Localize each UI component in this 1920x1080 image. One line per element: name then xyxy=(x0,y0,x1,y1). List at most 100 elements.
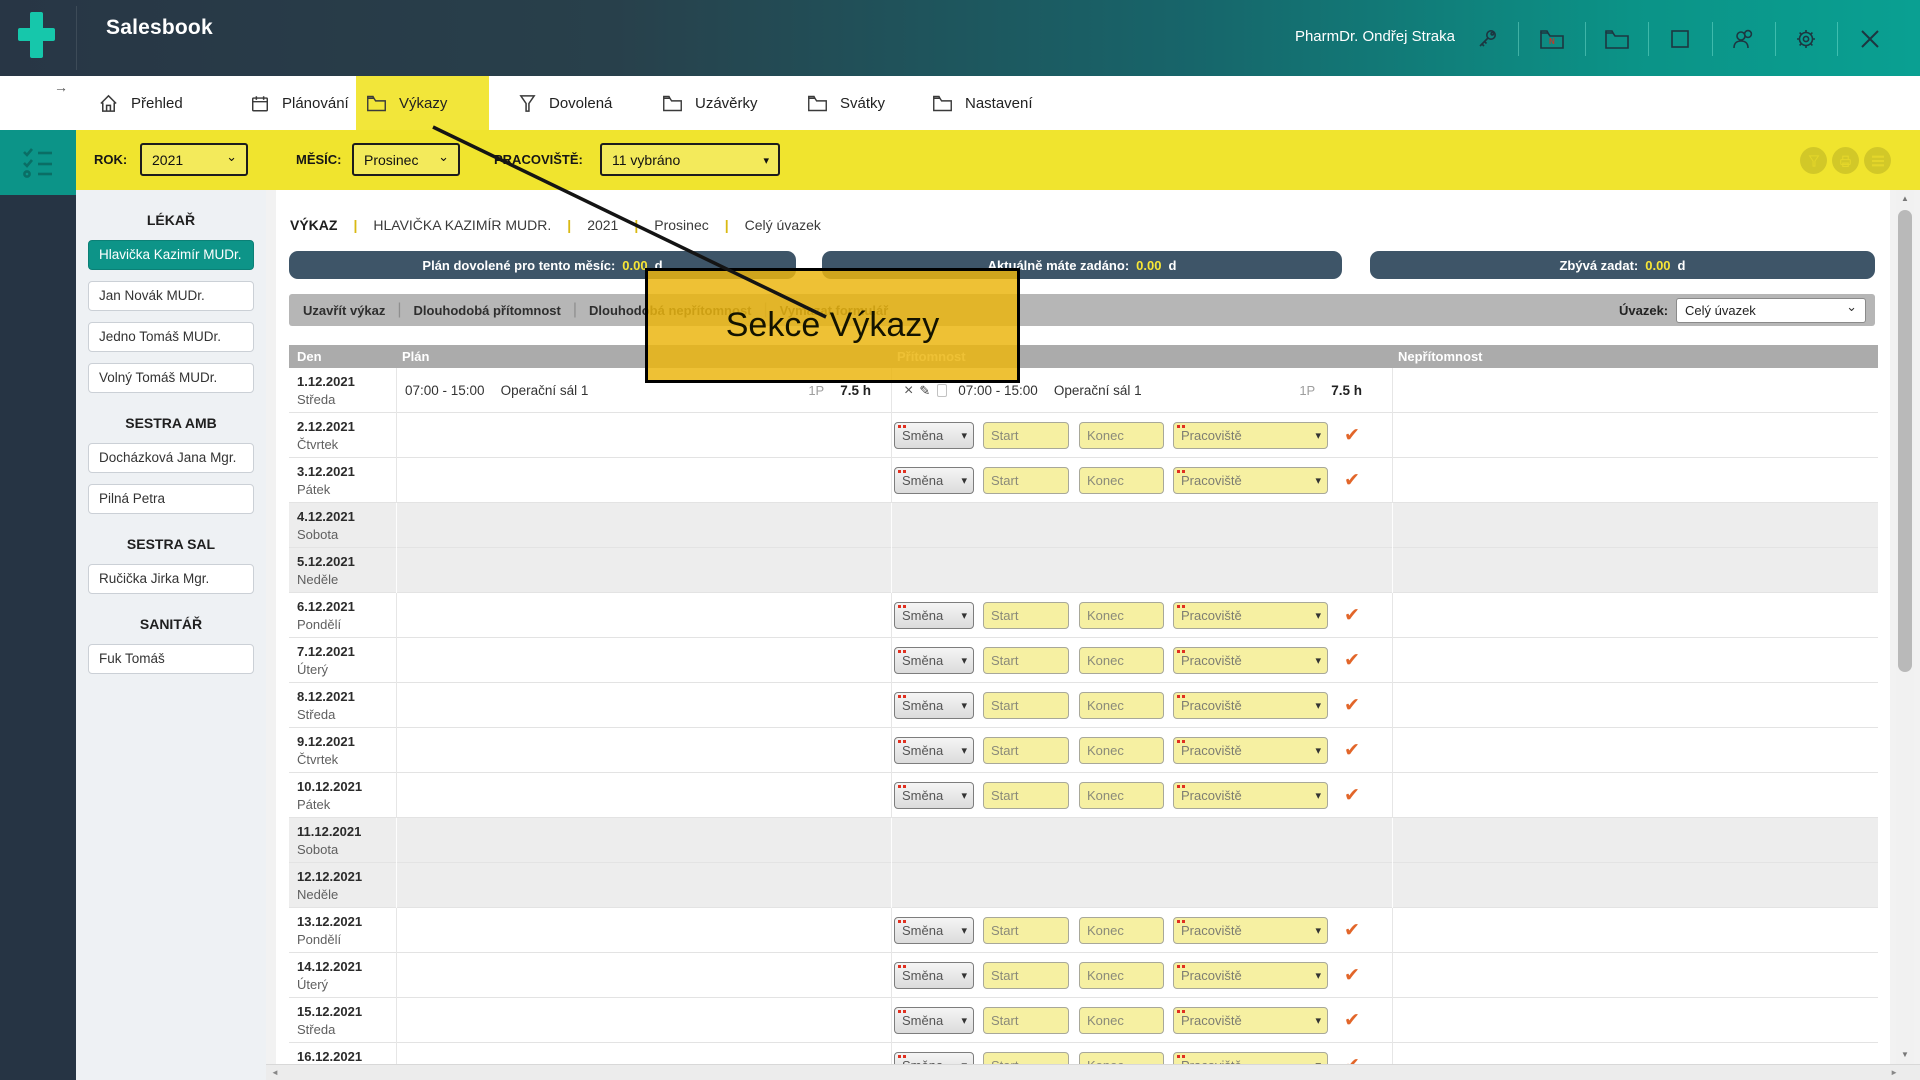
main-nav: → Přehled Plánování Výkazy Dovolená Uzáv… xyxy=(0,76,1920,130)
folder-n-icon[interactable]: N xyxy=(1537,24,1567,54)
shift-select[interactable]: Směna▾ xyxy=(894,692,974,719)
confirm-check-button[interactable]: ✔ xyxy=(1344,604,1360,627)
start-time-input[interactable]: Start xyxy=(983,917,1069,944)
sidebar-item[interactable]: Docházková Jana Mgr. xyxy=(88,443,254,473)
tab-svatky[interactable]: Svátky xyxy=(797,76,895,130)
toolbar-action[interactable]: Uzavřít výkaz xyxy=(303,303,385,318)
end-time-input[interactable]: Konec xyxy=(1079,1007,1164,1034)
start-time-input[interactable]: Start xyxy=(983,692,1069,719)
sidebar-item[interactable]: Volný Tomáš MUDr. xyxy=(88,363,254,393)
scroll-right-icon[interactable]: ► xyxy=(1890,1068,1898,1077)
folder-icon[interactable] xyxy=(1602,24,1632,54)
settings-gear-icon[interactable] xyxy=(1791,24,1821,54)
dropdown-arrow-icon: ▾ xyxy=(961,924,973,937)
shift-select[interactable]: Směna▾ xyxy=(894,422,974,449)
pracoviste-select[interactable]: 11 vybráno ▾ xyxy=(600,143,780,176)
sidebar-section-title: SANITÁŘ xyxy=(76,616,266,632)
end-time-input[interactable]: Konec xyxy=(1079,917,1164,944)
tab-vykazy[interactable]: Výkazy xyxy=(356,76,489,130)
shift-select[interactable]: Směna▾ xyxy=(894,467,974,494)
shift-select[interactable]: Směna▾ xyxy=(894,917,974,944)
sidebar-item[interactable]: Pilná Petra xyxy=(88,484,254,514)
confirm-check-button[interactable]: ✔ xyxy=(1344,694,1360,717)
sidebar-item[interactable]: Jedno Tomáš MUDr. xyxy=(88,322,254,352)
confirm-check-button[interactable]: ✔ xyxy=(1344,1009,1360,1032)
workplace-select[interactable]: Pracoviště▾ xyxy=(1173,422,1328,449)
workplace-select-placeholder: Pracoviště xyxy=(1174,653,1315,668)
start-time-input[interactable]: Start xyxy=(983,467,1069,494)
start-time-input[interactable]: Start xyxy=(983,602,1069,629)
copy-entry-icon[interactable] xyxy=(937,384,947,397)
toolbar-action[interactable]: Dlouhodobá přítomnost xyxy=(414,303,561,318)
confirm-check-button[interactable]: ✔ xyxy=(1344,964,1360,987)
staff-sidebar: LÉKAŘHlavička Kazimír MUDr.Jan Novák MUD… xyxy=(76,190,266,1080)
confirm-check-button[interactable]: ✔ xyxy=(1344,739,1360,762)
end-time-input[interactable]: Konec xyxy=(1079,737,1164,764)
user-search-icon[interactable] xyxy=(1728,24,1758,54)
shift-select[interactable]: Směna▾ xyxy=(894,602,974,629)
workplace-select[interactable]: Pracoviště▾ xyxy=(1173,962,1328,989)
uvazek-select[interactable]: Celý úvazek ⌄ xyxy=(1676,298,1866,323)
sidebar-item[interactable]: Ručička Jirka Mgr. xyxy=(88,564,254,594)
shift-select[interactable]: Směna▾ xyxy=(894,647,974,674)
sidebar-item[interactable]: Fuk Tomáš xyxy=(88,644,254,674)
scroll-left-icon[interactable]: ◄ xyxy=(271,1068,279,1077)
confirm-check-button[interactable]: ✔ xyxy=(1344,919,1360,942)
delete-entry-icon[interactable]: × xyxy=(904,382,913,400)
start-time-input[interactable]: Start xyxy=(983,647,1069,674)
scroll-up-icon[interactable]: ▲ xyxy=(1896,194,1914,203)
shift-select[interactable]: Směna▾ xyxy=(894,782,974,809)
sidebar-item[interactable]: Jan Novák MUDr. xyxy=(88,281,254,311)
edit-entry-icon[interactable]: ✎ xyxy=(919,383,930,399)
end-time-input[interactable]: Konec xyxy=(1079,782,1164,809)
confirm-check-button[interactable]: ✔ xyxy=(1344,649,1360,672)
workplace-select[interactable]: Pracoviště▾ xyxy=(1173,917,1328,944)
filter-button[interactable] xyxy=(1800,147,1827,174)
entry-time: 07:00 - 15:00 xyxy=(958,383,1038,398)
end-time-input[interactable]: Konec xyxy=(1079,647,1164,674)
tab-prehled[interactable]: Přehled xyxy=(88,76,193,130)
start-time-input[interactable]: Start xyxy=(983,737,1069,764)
start-time-input[interactable]: Start xyxy=(983,782,1069,809)
end-time-input[interactable]: Konec xyxy=(1079,692,1164,719)
start-time-input[interactable]: Start xyxy=(983,1007,1069,1034)
mesic-select[interactable]: Prosinec ⌄ xyxy=(352,143,460,176)
shift-select[interactable]: Směna▾ xyxy=(894,737,974,764)
workplace-select[interactable]: Pracoviště▾ xyxy=(1173,692,1328,719)
vertical-scrollbar[interactable]: ▲ ▼ xyxy=(1896,190,1914,1064)
shift-select[interactable]: Směna▾ xyxy=(894,1007,974,1034)
end-time-input[interactable]: Konec xyxy=(1079,962,1164,989)
close-app-icon[interactable] xyxy=(1855,24,1885,54)
nav-back-arrow-icon[interactable]: → xyxy=(54,79,68,95)
rok-select[interactable]: 2021 ⌄ xyxy=(140,143,248,176)
horizontal-scrollbar[interactable]: ◄ ► xyxy=(266,1064,1920,1080)
confirm-check-button[interactable]: ✔ xyxy=(1344,469,1360,492)
end-time-input[interactable]: Konec xyxy=(1079,602,1164,629)
tab-planovani[interactable]: Plánování xyxy=(240,76,359,130)
tab-nastaveni[interactable]: Nastavení xyxy=(922,76,1043,130)
confirm-check-button[interactable]: ✔ xyxy=(1344,784,1360,807)
end-time-input[interactable]: Konec xyxy=(1079,467,1164,494)
confirm-check-button[interactable]: ✔ xyxy=(1344,424,1360,447)
shift-select[interactable]: Směna▾ xyxy=(894,962,974,989)
tab-label: Dovolená xyxy=(549,95,612,112)
vertical-scrollbar-thumb[interactable] xyxy=(1898,210,1912,672)
workplace-select[interactable]: Pracoviště▾ xyxy=(1173,647,1328,674)
tab-dovolena[interactable]: Dovolená xyxy=(508,76,622,130)
password-key-icon[interactable] xyxy=(1472,24,1502,54)
print-button[interactable] xyxy=(1832,147,1859,174)
menu-button[interactable] xyxy=(1864,147,1891,174)
sidebar-checklist-toggle[interactable] xyxy=(0,130,76,195)
workplace-select[interactable]: Pracoviště▾ xyxy=(1173,782,1328,809)
workplace-select[interactable]: Pracoviště▾ xyxy=(1173,737,1328,764)
tab-uzaverky[interactable]: Uzávěrky xyxy=(652,76,768,130)
workplace-select[interactable]: Pracoviště▾ xyxy=(1173,1007,1328,1034)
workplace-select[interactable]: Pracoviště▾ xyxy=(1173,467,1328,494)
sidebar-item[interactable]: Hlavička Kazimír MUDr. xyxy=(88,240,254,270)
start-time-input[interactable]: Start xyxy=(983,422,1069,449)
start-time-input[interactable]: Start xyxy=(983,962,1069,989)
stop-square-icon[interactable] xyxy=(1665,24,1695,54)
end-time-input[interactable]: Konec xyxy=(1079,422,1164,449)
scroll-down-icon[interactable]: ▼ xyxy=(1896,1050,1914,1059)
workplace-select[interactable]: Pracoviště▾ xyxy=(1173,602,1328,629)
